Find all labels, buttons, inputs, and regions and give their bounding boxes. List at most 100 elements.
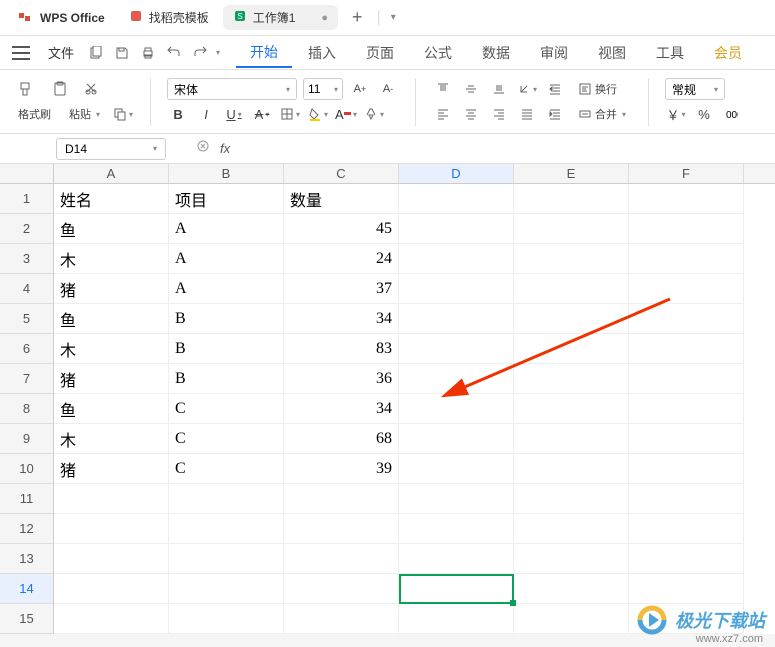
- row-header[interactable]: 5: [0, 304, 53, 334]
- strikethrough-button[interactable]: A▾: [251, 103, 273, 125]
- cell[interactable]: [514, 514, 629, 544]
- cell[interactable]: B: [169, 364, 284, 394]
- cell[interactable]: [399, 184, 514, 214]
- cell[interactable]: C: [169, 424, 284, 454]
- cell[interactable]: 木: [54, 424, 169, 454]
- cell[interactable]: [629, 244, 744, 274]
- font-name-select[interactable]: 宋体▾: [167, 78, 297, 100]
- cell[interactable]: 姓名: [54, 184, 169, 214]
- name-box[interactable]: D14 ▾: [56, 138, 166, 160]
- col-header-a[interactable]: A: [54, 164, 169, 183]
- cell[interactable]: C: [169, 394, 284, 424]
- cell[interactable]: [284, 544, 399, 574]
- cell[interactable]: 83: [284, 334, 399, 364]
- wrap-text-button[interactable]: 换行: [572, 78, 623, 100]
- cell[interactable]: [284, 574, 399, 604]
- cell[interactable]: [169, 574, 284, 604]
- cell[interactable]: [514, 364, 629, 394]
- cell[interactable]: [399, 514, 514, 544]
- cell[interactable]: B: [169, 304, 284, 334]
- tab-view[interactable]: 视图: [584, 39, 640, 67]
- cell[interactable]: [169, 484, 284, 514]
- cell[interactable]: [514, 484, 629, 514]
- cell[interactable]: [54, 484, 169, 514]
- cell[interactable]: [284, 514, 399, 544]
- cell[interactable]: 34: [284, 304, 399, 334]
- row-header[interactable]: 11: [0, 484, 53, 514]
- cell[interactable]: [399, 424, 514, 454]
- decrease-font-button[interactable]: A-: [377, 78, 399, 100]
- cell[interactable]: [629, 484, 744, 514]
- redo-icon[interactable]: [192, 45, 208, 61]
- new-icon[interactable]: [88, 45, 104, 61]
- border-button[interactable]: ▾: [279, 103, 301, 125]
- cut-button[interactable]: [80, 78, 102, 100]
- cell[interactable]: [514, 214, 629, 244]
- align-right-button[interactable]: [488, 103, 510, 125]
- col-header-b[interactable]: B: [169, 164, 284, 183]
- cell[interactable]: [629, 394, 744, 424]
- cell[interactable]: [54, 514, 169, 544]
- cell[interactable]: [514, 184, 629, 214]
- orientation-button[interactable]: ▾: [516, 78, 538, 100]
- cell[interactable]: [514, 574, 629, 604]
- cell[interactable]: [514, 304, 629, 334]
- cancel-icon[interactable]: [196, 139, 210, 158]
- cell[interactable]: [629, 214, 744, 244]
- cell[interactable]: [514, 244, 629, 274]
- print-icon[interactable]: [140, 45, 156, 61]
- col-header-d[interactable]: D: [399, 164, 514, 183]
- cell[interactable]: 木: [54, 334, 169, 364]
- cell[interactable]: [284, 604, 399, 634]
- align-bottom-button[interactable]: [488, 78, 510, 100]
- cell[interactable]: 数量: [284, 184, 399, 214]
- align-center-button[interactable]: [460, 103, 482, 125]
- cell[interactable]: [399, 544, 514, 574]
- font-color-button[interactable]: A▾: [335, 103, 357, 125]
- decrease-indent-button[interactable]: [544, 78, 566, 100]
- cell[interactable]: [629, 274, 744, 304]
- cell[interactable]: 39: [284, 454, 399, 484]
- select-all-corner[interactable]: [0, 164, 54, 183]
- cell[interactable]: A: [169, 214, 284, 244]
- paste-button[interactable]: [46, 78, 74, 100]
- increase-indent-button[interactable]: [544, 103, 566, 125]
- cell[interactable]: [284, 484, 399, 514]
- cell[interactable]: [399, 244, 514, 274]
- cell[interactable]: 37: [284, 274, 399, 304]
- col-header-e[interactable]: E: [514, 164, 629, 183]
- cell[interactable]: B: [169, 334, 284, 364]
- cell[interactable]: [399, 214, 514, 244]
- cell[interactable]: [399, 334, 514, 364]
- row-header[interactable]: 12: [0, 514, 53, 544]
- row-header[interactable]: 6: [0, 334, 53, 364]
- percent-button[interactable]: %: [693, 103, 715, 125]
- clear-format-button[interactable]: ▾: [363, 103, 385, 125]
- cell[interactable]: 鱼: [54, 304, 169, 334]
- tab-member[interactable]: 会员: [700, 39, 756, 67]
- currency-button[interactable]: ￥▾: [665, 103, 687, 125]
- template-tab[interactable]: 找稻壳模板: [119, 5, 219, 30]
- tab-start[interactable]: 开始: [236, 38, 292, 68]
- cell[interactable]: [629, 544, 744, 574]
- cell[interactable]: 34: [284, 394, 399, 424]
- cell[interactable]: [629, 304, 744, 334]
- cell[interactable]: [629, 364, 744, 394]
- cell[interactable]: [399, 304, 514, 334]
- cell[interactable]: [169, 514, 284, 544]
- qa-chevron-icon[interactable]: ▾: [216, 48, 220, 57]
- name-box-chevron-icon[interactable]: ▾: [153, 144, 157, 153]
- cell[interactable]: [629, 184, 744, 214]
- cell[interactable]: [169, 544, 284, 574]
- cell[interactable]: [399, 274, 514, 304]
- cell[interactable]: 45: [284, 214, 399, 244]
- font-size-select[interactable]: 11▾: [303, 78, 343, 100]
- number-format-select[interactable]: 常规▾: [665, 78, 725, 100]
- cell[interactable]: [629, 424, 744, 454]
- cell[interactable]: [514, 334, 629, 364]
- italic-button[interactable]: I: [195, 103, 217, 125]
- cell[interactable]: [399, 454, 514, 484]
- col-header-c[interactable]: C: [284, 164, 399, 183]
- cell[interactable]: [399, 574, 514, 604]
- row-header[interactable]: 9: [0, 424, 53, 454]
